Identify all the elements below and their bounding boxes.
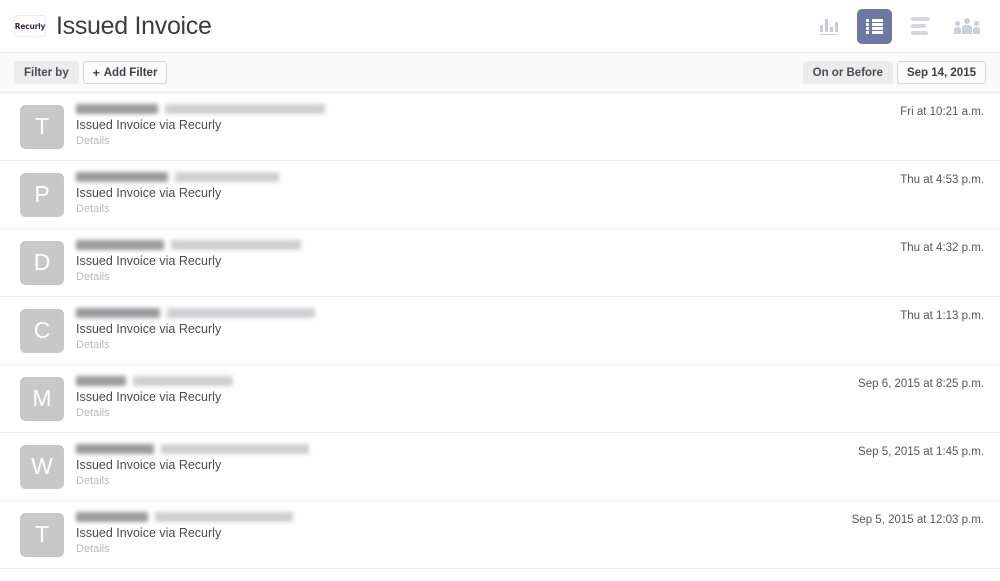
add-filter-button[interactable]: + Add Filter [82, 61, 168, 84]
plus-icon: + [92, 65, 100, 80]
avatar: D [20, 240, 64, 285]
table-row[interactable]: T Issued Invoice via Recurly Details Fri at… [0, 93, 1000, 161]
add-filter-label: Add Filter [103, 66, 158, 79]
view-switcher [811, 8, 984, 44]
redacted-identity [76, 307, 888, 318]
table-row[interactable]: M Issued Invoice via Recurly Details Sep 6,… [0, 365, 1000, 433]
table-row[interactable]: T Issued Invoice via Recurly Details Sep 5,… [0, 501, 1000, 569]
row-action-text: Issued Invoice via Recurly [76, 254, 222, 269]
app-window: Recurly Issued Invoice Filter by + Add F… [0, 0, 1000, 581]
redacted-email [133, 375, 233, 386]
redacted-identity [76, 511, 840, 522]
redacted-email [167, 307, 315, 318]
recurly-logo-text: Recurly [14, 21, 46, 31]
date-value-button[interactable]: Sep 14, 2015 [896, 61, 986, 84]
table-row[interactable]: C Issued Invoice via Recurly Details Thu at… [0, 297, 1000, 365]
redacted-identity [76, 171, 888, 182]
details-link[interactable]: Details [76, 542, 840, 557]
redacted-name [76, 239, 164, 250]
row-action-text: Issued Invoice via Recurly [76, 118, 222, 133]
row-content: Issued Invoice via Recurly Details [76, 511, 840, 557]
page-header: Recurly Issued Invoice [0, 0, 1000, 53]
redacted-identity [76, 239, 888, 250]
redacted-email [165, 103, 325, 114]
chart-icon [819, 17, 838, 35]
redacted-identity [76, 375, 846, 386]
filter-by-label: Filter by [14, 61, 79, 84]
redacted-identity [76, 443, 846, 454]
row-action-text: Issued Invoice via Recurly [76, 322, 222, 337]
view-button-list[interactable] [857, 8, 892, 44]
row-content: Issued Invoice via Recurly Details [76, 171, 888, 217]
row-timestamp: Fri at 10:21 a.m. [900, 106, 984, 118]
redacted-identity [76, 103, 888, 114]
date-filter-group: On or Before Sep 14, 2015 [802, 61, 986, 84]
details-link[interactable]: Details [76, 406, 846, 421]
row-action-text: Issued Invoice via Recurly [76, 390, 222, 405]
view-button-chart[interactable] [811, 9, 846, 44]
redacted-email [155, 511, 293, 522]
row-content: Issued Invoice via Recurly Details [76, 307, 888, 353]
redacted-email [175, 171, 279, 182]
details-link[interactable]: Details [76, 202, 888, 217]
table-row[interactable]: D Issued Invoice via Recurly Details Thu at… [0, 229, 1000, 297]
avatar: C [20, 308, 64, 353]
recurly-logo[interactable]: Recurly [14, 15, 46, 37]
redacted-email [171, 239, 301, 250]
redacted-name [76, 171, 168, 182]
details-link[interactable]: Details [76, 270, 888, 285]
row-timestamp: Thu at 1:13 p.m. [900, 310, 984, 322]
details-link[interactable]: Details [76, 474, 846, 489]
list-icon [866, 18, 883, 35]
avatar: M [20, 376, 64, 421]
rows-icon [911, 17, 930, 35]
row-timestamp: Thu at 4:53 p.m. [900, 174, 984, 186]
redacted-name [76, 443, 154, 454]
redacted-name [76, 375, 126, 386]
details-link[interactable]: Details [76, 338, 888, 353]
row-timestamp: Sep 6, 2015 at 8:25 p.m. [858, 378, 984, 390]
view-button-rows[interactable] [903, 9, 938, 44]
row-timestamp: Sep 5, 2015 at 12:03 p.m. [851, 514, 984, 526]
date-condition-label: On or Before [802, 61, 893, 84]
people-icon [953, 17, 980, 35]
row-content: Issued Invoice via Recurly Details [76, 443, 846, 489]
redacted-name [76, 511, 148, 522]
row-content: Issued Invoice via Recurly Details [76, 239, 888, 285]
avatar: P [20, 172, 64, 217]
row-timestamp: Thu at 4:32 p.m. [900, 242, 984, 254]
redacted-name [76, 103, 158, 114]
row-content: Issued Invoice via Recurly Details [76, 103, 888, 149]
table-row[interactable]: W Issued Invoice via Recurly Details Sep 5,… [0, 433, 1000, 501]
row-action-text: Issued Invoice via Recurly [76, 526, 222, 541]
row-timestamp: Sep 5, 2015 at 1:45 p.m. [858, 446, 984, 458]
redacted-email [161, 443, 309, 454]
avatar: W [20, 444, 64, 489]
filter-bar: Filter by + Add Filter On or Before Sep … [0, 53, 1000, 93]
page-title: Issued Invoice [56, 11, 212, 40]
activity-list: T Issued Invoice via Recurly Details Fri at… [0, 93, 1000, 569]
row-action-text: Issued Invoice via Recurly [76, 186, 222, 201]
avatar: T [20, 104, 64, 149]
view-button-people[interactable] [949, 9, 984, 44]
details-link[interactable]: Details [76, 134, 888, 149]
row-content: Issued Invoice via Recurly Details [76, 375, 846, 421]
table-row[interactable]: P Issued Invoice via Recurly Details Thu at… [0, 161, 1000, 229]
row-action-text: Issued Invoice via Recurly [76, 458, 222, 473]
redacted-name [76, 307, 160, 318]
avatar: T [20, 512, 64, 557]
